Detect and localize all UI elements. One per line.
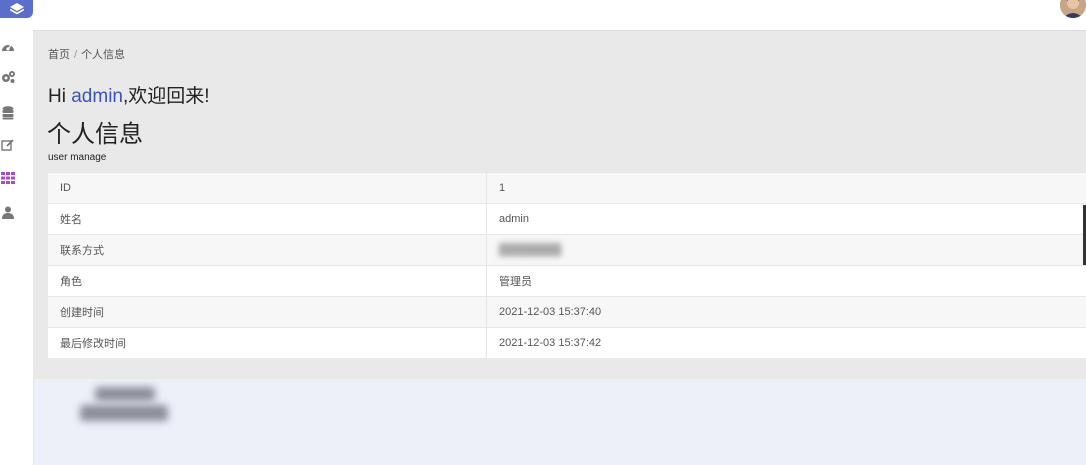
- table-row: 最后修改时间 2021-12-03 15:37:42: [48, 327, 1086, 358]
- greeting: Hi admin,欢迎回来!: [48, 81, 210, 108]
- edit-icon[interactable]: [0, 137, 16, 153]
- redacted-contact: ████████: [499, 244, 562, 256]
- logo[interactable]: [0, 0, 33, 18]
- row-label: 最后修改时间: [48, 327, 487, 358]
- greeting-username: admin: [71, 86, 123, 107]
- page-title: 个人信息: [47, 121, 143, 148]
- row-label: 联系方式: [48, 234, 487, 266]
- row-label: 创建时间: [48, 296, 487, 328]
- avatar[interactable]: [1060, 0, 1086, 18]
- greeting-suffix: ,欢迎回来!: [122, 86, 210, 107]
- grid-icon[interactable]: [0, 170, 16, 186]
- settings-icon[interactable]: [0, 69, 16, 85]
- user-info-table: ID 1 姓名 admin 联系方式 ████████ 角色 管理员 创建时间 …: [48, 172, 1086, 358]
- page-subtitle: user manage: [48, 152, 107, 163]
- greeting-prefix: Hi: [48, 86, 72, 107]
- table-row: 姓名 admin: [48, 203, 1086, 235]
- row-label: 姓名: [48, 203, 487, 235]
- row-label: 角色: [48, 265, 487, 297]
- breadcrumb-current: 个人信息: [81, 49, 126, 61]
- dashboard-icon[interactable]: [0, 38, 16, 54]
- breadcrumb: 首页 / 个人信息: [48, 46, 125, 62]
- table-row: 角色 管理员: [48, 265, 1086, 297]
- row-label: ID: [48, 172, 487, 204]
- layers-icon: [9, 3, 24, 15]
- sidebar: [0, 0, 34, 465]
- main-content: 首页 / 个人信息 Hi admin,欢迎回来! 个人信息 user manage …: [33, 31, 1086, 379]
- row-value: 2021-12-03 15:37:42: [486, 327, 1086, 358]
- row-value: ████████: [486, 234, 1086, 266]
- user-icon[interactable]: [0, 204, 16, 220]
- breadcrumb-separator: /: [74, 49, 78, 61]
- footer-redacted: [80, 387, 170, 427]
- table-row: 联系方式 ████████: [48, 234, 1086, 266]
- row-value: admin: [486, 203, 1086, 235]
- row-value: 1: [486, 172, 1086, 204]
- row-value: 2021-12-03 15:37:40: [486, 296, 1086, 328]
- database-icon[interactable]: [0, 105, 16, 121]
- top-bar: [33, 0, 1086, 31]
- table-row: ID 1: [48, 172, 1086, 204]
- table-row: 创建时间 2021-12-03 15:37:40: [48, 296, 1086, 328]
- breadcrumb-home[interactable]: 首页: [48, 49, 70, 61]
- row-value: 管理员: [486, 265, 1086, 297]
